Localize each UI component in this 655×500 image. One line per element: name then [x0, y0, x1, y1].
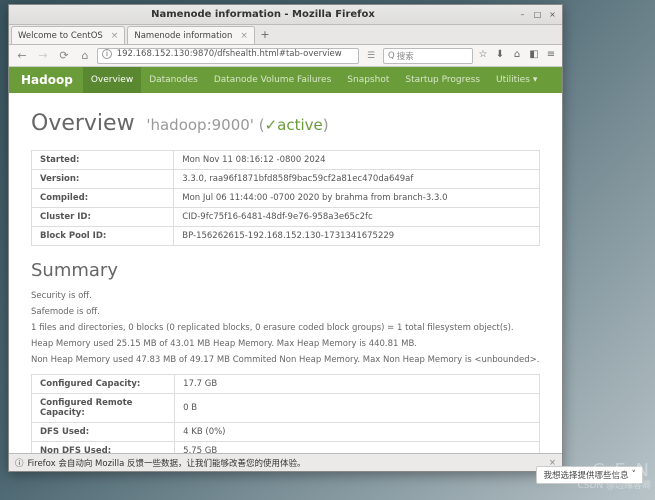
url-input[interactable]: i 192.168.152.130:9870/dfshealth.html#ta…: [97, 48, 359, 64]
site-info-icon[interactable]: i: [102, 49, 112, 59]
summary-table: Configured Capacity:17.7 GB Configured R…: [31, 374, 540, 453]
tab-namenode[interactable]: Namenode information ×: [127, 26, 255, 44]
close-icon[interactable]: ×: [111, 31, 119, 41]
chevron-down-icon: ▾: [533, 75, 538, 85]
home-icon[interactable]: ⌂: [510, 49, 524, 63]
hadoop-brand[interactable]: Hadoop: [21, 67, 73, 93]
statusbar-text: Firefox 会自动向 Mozilla 反馈一些数据，让我们能够改善您的使用体…: [28, 457, 306, 469]
nav-volume-failures[interactable]: Datanode Volume Failures: [206, 67, 339, 93]
menu-icon[interactable]: ≡: [544, 49, 558, 63]
summary-line: 1 files and directories, 0 blocks (0 rep…: [31, 323, 540, 335]
summary-line: Non Heap Memory used 47.83 MB of 49.17 M…: [31, 355, 540, 367]
hadoop-navbar: Hadoop Overview Datanodes Datanode Volum…: [9, 67, 562, 93]
self-bookmarks-icon[interactable]: ☆: [476, 49, 490, 63]
table-row: Started:Mon Nov 11 08:16:12 -0800 2024: [32, 151, 540, 170]
forward-button[interactable]: →: [34, 47, 52, 65]
table-row: Cluster ID:CID-9fc75f16-6481-48df-9e76-9…: [32, 208, 540, 227]
csdn-watermark: CSDN @边缘客卿: [577, 478, 651, 491]
table-row: Block Pool ID:BP-156262615-192.168.152.1…: [32, 227, 540, 246]
window-minimize-button[interactable]: –: [517, 9, 528, 20]
sidebar-icon[interactable]: ◧: [527, 49, 541, 63]
table-row: Configured Remote Capacity:0 B: [32, 394, 540, 423]
window-maximize-button[interactable]: □: [532, 9, 543, 20]
browser-tabs: Welcome to CentOS × Namenode information…: [9, 25, 562, 45]
downloads-icon[interactable]: ⬇: [493, 49, 507, 63]
firefox-statusbar: ⓘ Firefox 会自动向 Mozilla 反馈一些数据，让我们能够改善您的使…: [9, 453, 562, 471]
nav-startup-progress[interactable]: Startup Progress: [397, 67, 488, 93]
firefox-window: Namenode information - Mozilla Firefox –…: [8, 4, 563, 472]
new-tab-button[interactable]: +: [257, 28, 273, 44]
nav-snapshot[interactable]: Snapshot: [339, 67, 397, 93]
nav-datanodes[interactable]: Datanodes: [141, 67, 206, 93]
page-title: Overview 'hadoop:9000' (✓active): [31, 111, 540, 136]
tab-centos[interactable]: Welcome to CentOS ×: [11, 26, 125, 44]
summary-line: Safemode is off.: [31, 307, 540, 319]
navigation-toolbar: ← → ⟳ ⌂ i 192.168.152.130:9870/dfshealth…: [9, 45, 562, 67]
nav-overview[interactable]: Overview: [83, 67, 141, 93]
tab-label: Welcome to CentOS: [18, 31, 103, 41]
table-row: Non DFS Used:5.75 GB: [32, 442, 540, 453]
summary-heading: Summary: [31, 260, 540, 281]
home-button[interactable]: ⌂: [76, 47, 94, 65]
summary-line: Heap Memory used 25.15 MB of 43.01 MB He…: [31, 339, 540, 351]
table-row: Version:3.3.0, raa96f1871bfd858f9bac59cf…: [32, 170, 540, 189]
reader-button[interactable]: ☰: [362, 47, 380, 65]
reload-button[interactable]: ⟳: [55, 47, 73, 65]
table-row: Configured Capacity:17.7 GB: [32, 375, 540, 394]
window-title: Namenode information - Mozilla Firefox: [13, 9, 513, 20]
summary-line: Security is off.: [31, 291, 540, 303]
close-icon[interactable]: ×: [240, 31, 248, 41]
tab-label: Namenode information: [134, 31, 232, 41]
search-input[interactable]: Q 搜索: [383, 48, 473, 64]
search-icon: Q: [388, 51, 395, 61]
info-icon: ⓘ: [15, 457, 24, 469]
window-titlebar: Namenode information - Mozilla Firefox –…: [9, 5, 562, 25]
nav-utilities[interactable]: Utilities▾: [488, 67, 545, 93]
table-row: DFS Used:4 KB (0%): [32, 423, 540, 442]
back-button[interactable]: ←: [13, 47, 31, 65]
window-close-button[interactable]: ×: [547, 9, 558, 20]
main-content: Overview 'hadoop:9000' (✓active) Started…: [9, 93, 562, 453]
page-content: Hadoop Overview Datanodes Datanode Volum…: [9, 67, 562, 453]
overview-table: Started:Mon Nov 11 08:16:12 -0800 2024 V…: [31, 150, 540, 246]
table-row: Compiled:Mon Jul 06 11:44:00 -0700 2020 …: [32, 189, 540, 208]
